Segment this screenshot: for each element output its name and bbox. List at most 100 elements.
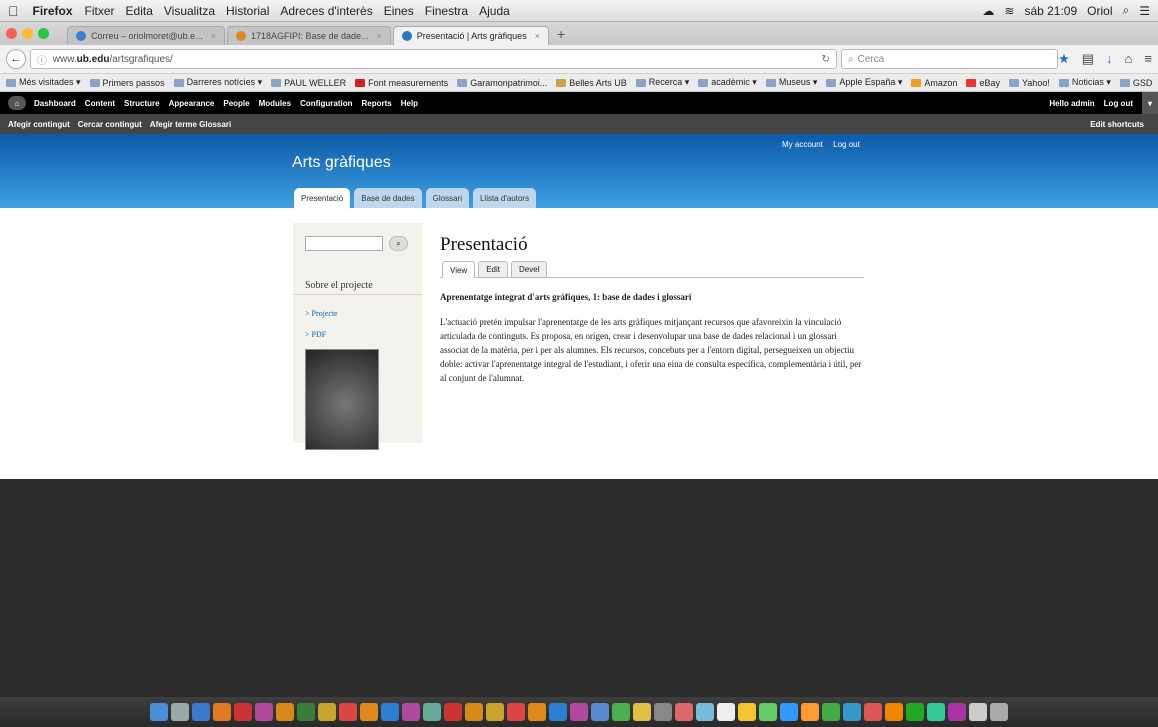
bookmark-item[interactable]: Belles Arts UB [556, 78, 627, 88]
menu-edit[interactable]: Edita [126, 4, 153, 18]
tab-devel[interactable]: Devel [511, 261, 548, 277]
hello-admin-link[interactable]: Hello admin [1049, 99, 1094, 108]
menu-window[interactable]: Finestra [425, 4, 468, 18]
app-icon[interactable] [885, 703, 903, 721]
finder-icon[interactable] [150, 703, 168, 721]
cloud-icon[interactable]: ☁ [982, 4, 994, 18]
admin-appearance[interactable]: Appearance [169, 99, 215, 108]
bookmark-item[interactable]: acadèmic ▾ [698, 77, 757, 88]
edit-shortcuts-link[interactable]: Edit shortcuts [1090, 120, 1144, 129]
calendar-icon[interactable] [717, 703, 735, 721]
app-icon[interactable] [171, 703, 189, 721]
illustrator-icon[interactable] [360, 703, 378, 721]
shortcut-add-content[interactable]: Afegir contingut [8, 120, 70, 129]
app-menu-firefox[interactable]: Firefox [33, 4, 73, 18]
menu-history[interactable]: Historial [226, 4, 269, 18]
fireworks-icon[interactable] [486, 703, 504, 721]
excel-icon[interactable] [906, 703, 924, 721]
fireworks-icon[interactable] [318, 703, 336, 721]
illustrator-icon[interactable] [528, 703, 546, 721]
safari-icon[interactable] [192, 703, 210, 721]
menu-file[interactable]: Fitxer [85, 4, 115, 18]
spotlight-icon[interactable]: ⌕ [1123, 3, 1130, 18]
flash-icon[interactable] [339, 703, 357, 721]
info-icon[interactable]: ⓘ [37, 52, 47, 67]
back-button[interactable]: ← [6, 49, 26, 69]
apple-icon[interactable]:  [8, 3, 19, 19]
bookmark-item[interactable]: Primers passos [89, 78, 165, 88]
app-icon[interactable] [822, 703, 840, 721]
site-name[interactable]: Arts gràfiques [292, 154, 391, 172]
menu-help[interactable]: Ajuda [479, 4, 510, 18]
close-tab-icon[interactable]: × [535, 31, 540, 41]
pdf-link[interactable]: > PDF [305, 330, 326, 339]
folder-icon[interactable] [969, 703, 987, 721]
notes-icon[interactable] [633, 703, 651, 721]
app-icon[interactable] [612, 703, 630, 721]
my-account-link[interactable]: My account [782, 140, 823, 149]
flash-icon[interactable] [507, 703, 525, 721]
trash-icon[interactable] [990, 703, 1008, 721]
bookmark-item[interactable]: Apple España ▾ [826, 77, 902, 88]
zoom-window-icon[interactable] [38, 28, 49, 39]
tab-view[interactable]: View [442, 261, 476, 278]
bookmark-item[interactable]: Noticias ▾ [1058, 77, 1111, 88]
bridge-icon[interactable] [465, 703, 483, 721]
site-search-input[interactable] [305, 236, 383, 251]
bookmark-item[interactable]: Darreres notícies ▾ [173, 77, 262, 88]
bookmark-item[interactable]: eBay [966, 78, 1000, 88]
admin-content[interactable]: Content [85, 99, 115, 108]
bookmark-item[interactable]: Garamonpatrimoi... [457, 78, 547, 88]
tab-database[interactable]: 1718AGFIPI: Base de dade... × [226, 26, 391, 45]
dreamweaver-icon[interactable] [297, 703, 315, 721]
menu-view[interactable]: Visualitza [164, 4, 215, 18]
close-window-icon[interactable] [6, 28, 17, 39]
bookmark-item[interactable]: PAUL WELLER [271, 78, 346, 88]
bookmark-item[interactable]: Amazon [911, 78, 957, 88]
admin-help[interactable]: Help [401, 99, 418, 108]
app-icon[interactable] [654, 703, 672, 721]
reload-icon[interactable]: ↻ [821, 54, 829, 65]
acrobat-icon[interactable] [444, 703, 462, 721]
project-image[interactable] [305, 349, 379, 450]
toggle-shortcuts-icon[interactable]: ▾ [1142, 92, 1158, 114]
bookmark-item[interactable]: Yahoo! [1008, 78, 1050, 88]
stickies-icon[interactable] [738, 703, 756, 721]
home-icon[interactable]: ⌂ [1125, 51, 1133, 67]
firefox-icon[interactable] [213, 703, 231, 721]
photoshop-icon[interactable] [381, 703, 399, 721]
acrobat-icon[interactable] [234, 703, 252, 721]
admin-reports[interactable]: Reports [362, 99, 392, 108]
photoshop-icon[interactable] [549, 703, 567, 721]
reading-list-icon[interactable]: ▤ [1082, 51, 1094, 67]
download-icon[interactable]: ↓ [1106, 51, 1113, 67]
tab-presentacio[interactable]: Presentació [294, 188, 351, 208]
tab-mail[interactable]: Correu – oriolmoret@ub.e... × [67, 26, 225, 45]
clock[interactable]: sáb 21:09 [1024, 4, 1077, 18]
tab-presentacio[interactable]: Presentació | Arts gràfiques × [392, 26, 549, 45]
app-icon[interactable] [759, 703, 777, 721]
app-icon[interactable] [696, 703, 714, 721]
app-icon[interactable] [423, 703, 441, 721]
shortcut-find-content[interactable]: Cercar contingut [78, 120, 142, 129]
menu-tools[interactable]: Eines [384, 4, 414, 18]
indesign-icon[interactable] [570, 703, 588, 721]
minimize-window-icon[interactable] [22, 28, 33, 39]
tab-edit[interactable]: Edit [478, 261, 508, 277]
search-button[interactable]: ⌕ [389, 236, 408, 251]
admin-logout-link[interactable]: Log out [1104, 99, 1133, 108]
user-name[interactable]: Oriol [1087, 4, 1112, 18]
shortcut-add-term[interactable]: Afegir terme Glossari [150, 120, 231, 129]
bookmark-item[interactable]: Museus ▾ [765, 77, 817, 88]
app-icon[interactable] [948, 703, 966, 721]
bookmark-item[interactable]: Més visitades ▾ [6, 77, 81, 88]
tab-base-de-dades[interactable]: Base de dades [354, 188, 422, 208]
admin-modules[interactable]: Modules [259, 99, 291, 108]
bookmark-item[interactable]: Font measurements [355, 78, 448, 88]
app-icon[interactable] [675, 703, 693, 721]
bridge-icon[interactable] [276, 703, 294, 721]
app-icon[interactable] [591, 703, 609, 721]
search-input[interactable]: ⌕ Cerca [840, 49, 1059, 69]
admin-structure[interactable]: Structure [124, 99, 160, 108]
tab-llista-autors[interactable]: Llista d'autors [472, 188, 537, 208]
